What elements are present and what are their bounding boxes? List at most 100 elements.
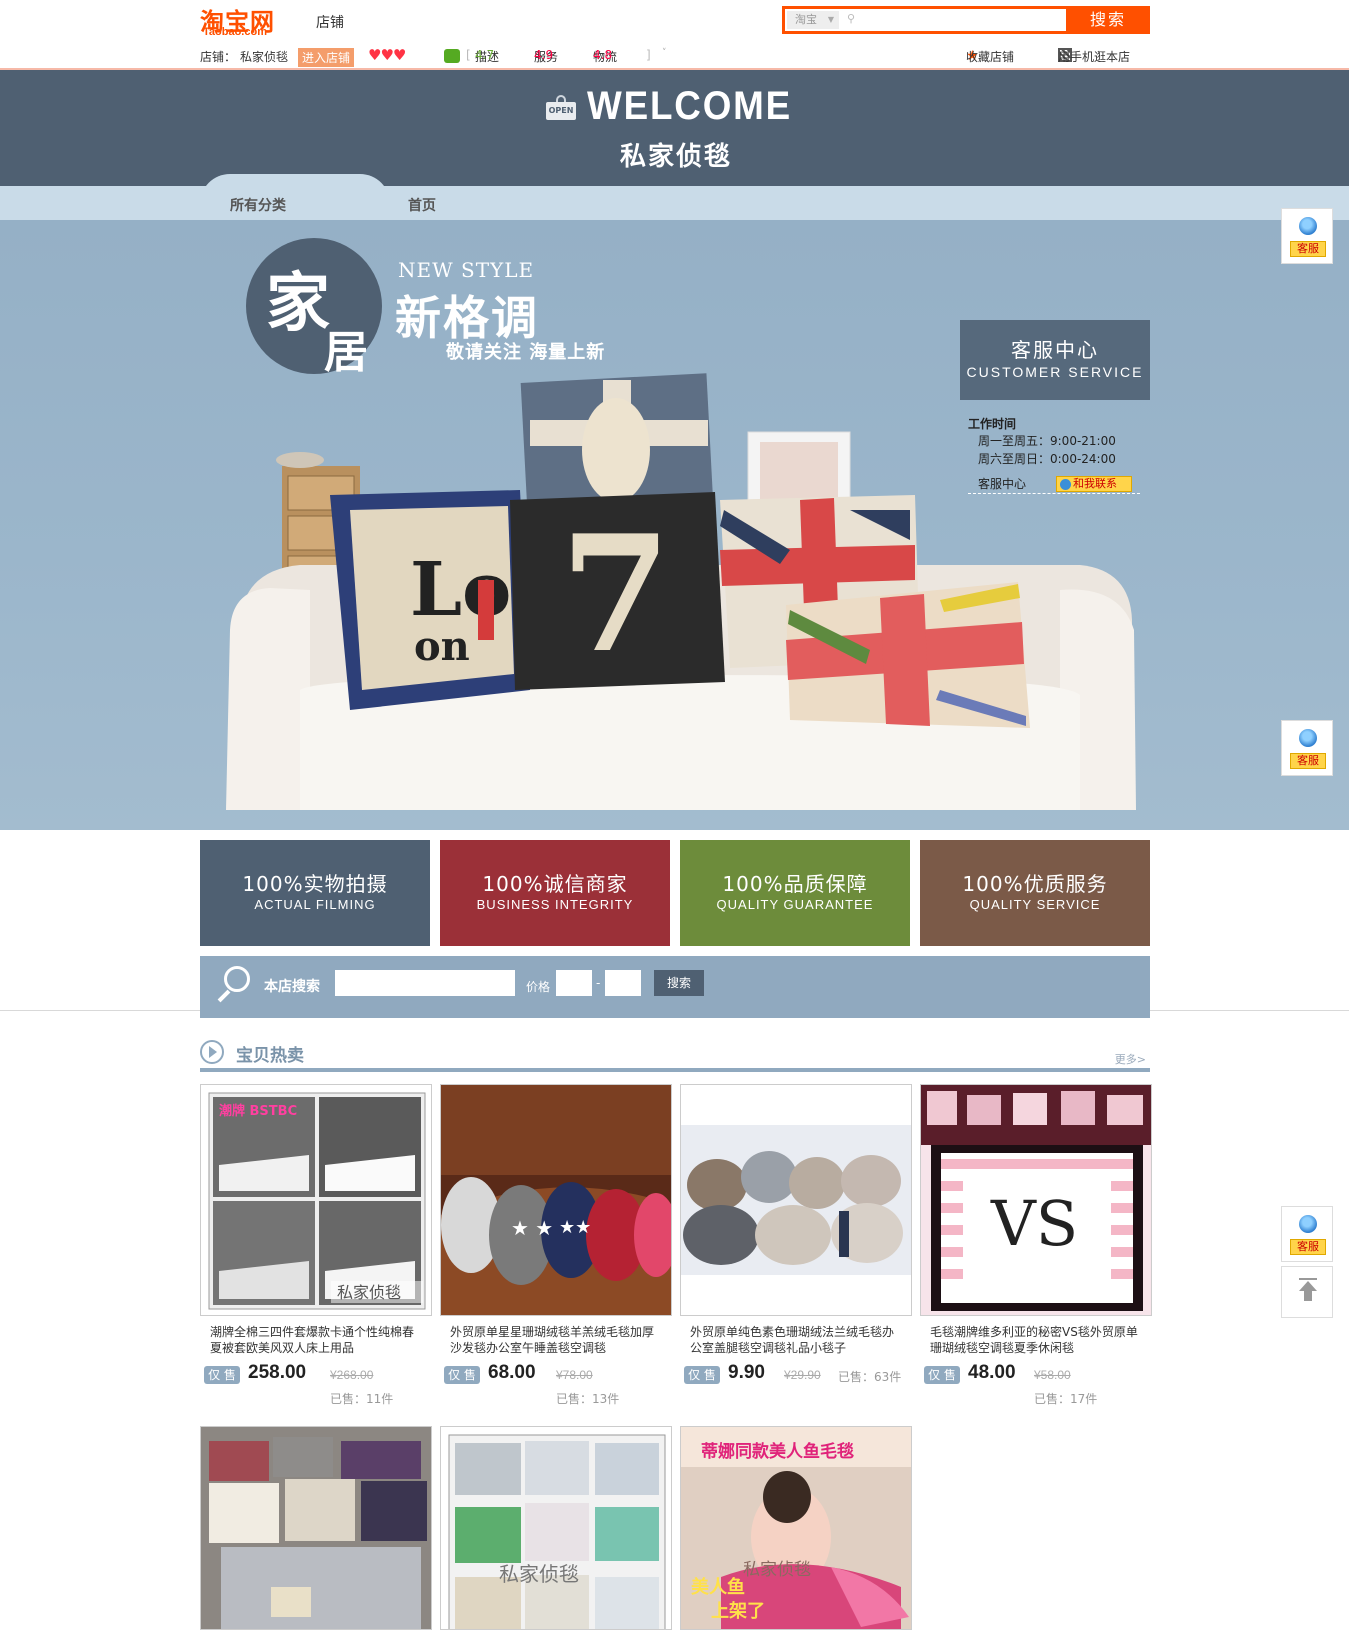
- price-label: 价格: [526, 980, 551, 994]
- shop-name-link[interactable]: 私家侦毯: [240, 48, 288, 65]
- bracket-right: ]: [646, 48, 651, 62]
- product-title[interactable]: 潮牌全棉三四件套爆款卡通个性纯棉春夏被套欧美风双人床上用品: [210, 1324, 425, 1358]
- guarantee-quality[interactable]: 100%品质保障 QUALITY GUARANTEE: [680, 840, 910, 946]
- search-input[interactable]: [863, 10, 1053, 30]
- hot-items-header: 宝贝热卖 更多>: [200, 1038, 1150, 1072]
- svg-text:美人鱼: 美人鱼: [691, 1576, 745, 1598]
- svg-text:Lo: Lo: [410, 547, 511, 633]
- product-price: 9.90: [728, 1362, 765, 1383]
- product-image[interactable]: 蒂娜同款美人鱼毛毯 私家侦毯 美人鱼 上架了: [680, 1426, 912, 1630]
- product-sold: 已售：11件: [330, 1392, 394, 1406]
- product-old-price: ¥78.00: [556, 1368, 593, 1382]
- product-sold: 已售：63件: [838, 1370, 902, 1384]
- side-service-label: 客服: [1290, 241, 1326, 257]
- product-sold: 已售：17件: [1034, 1392, 1098, 1406]
- chevron-down-icon: ▼: [827, 15, 834, 24]
- guarantee-cn: 100%诚信商家: [482, 872, 628, 896]
- nav-home[interactable]: 首页: [408, 195, 436, 215]
- taobao-logo[interactable]: 淘宝网 Taobao.com: [200, 2, 292, 40]
- search-scope-label: 淘宝: [795, 13, 817, 26]
- price-min-input[interactable]: [556, 970, 592, 996]
- enter-shop-button[interactable]: 进入店铺: [298, 48, 355, 67]
- only-sale-badge: 仅 售: [684, 1366, 720, 1384]
- svg-text:on: on: [414, 623, 470, 670]
- side-service-label: 客服: [1290, 753, 1326, 769]
- nav-tab-background: [200, 174, 390, 220]
- open-sign-icon: OPEN: [546, 95, 576, 121]
- sofa-illustration: Lo on 7: [226, 373, 1136, 810]
- product-title[interactable]: 外贸原单星星珊瑚绒毯羊羔绒毛毯加厚沙发毯办公室午睡盖毯空调毯: [450, 1324, 665, 1358]
- search-scope-select[interactable]: 淘宝 ▼: [787, 11, 839, 29]
- side-service-button[interactable]: 客服: [1281, 720, 1333, 776]
- product-sold: 已售：13件: [556, 1392, 620, 1406]
- hero-subtitle: 敬请关注 海量上新: [446, 342, 606, 363]
- logo-en: Taobao.com: [203, 26, 267, 38]
- guarantee-en: QUALITY SERVICE: [969, 897, 1101, 912]
- side-service-button[interactable]: 客服: [1281, 1206, 1333, 1262]
- price-dash: -: [596, 976, 601, 990]
- product-image[interactable]: ★ ★ ★★: [440, 1084, 672, 1316]
- product-old-price: ¥268.00: [330, 1368, 374, 1382]
- guarantee-cn: 100%品质保障: [722, 872, 868, 896]
- store-search-input[interactable]: [335, 970, 515, 996]
- product-old-price: ¥58.00: [1034, 1368, 1071, 1382]
- side-service-label: 客服: [1290, 1239, 1326, 1255]
- ratings-chevron-icon[interactable]: ˅: [662, 48, 667, 58]
- svg-text:★★: ★★: [559, 1217, 591, 1238]
- wangwang-icon: [1299, 729, 1317, 747]
- product-price: 48.00: [968, 1362, 1016, 1383]
- hours-weekday: 周一至周五：9:00-21:00: [978, 434, 1116, 448]
- shop-prefix: 店铺：: [200, 50, 237, 64]
- guarantee-actual-filming[interactable]: 100%实物拍摄 ACTUAL FILMING: [200, 840, 430, 946]
- svg-text:私家侦毯: 私家侦毯: [337, 1283, 401, 1302]
- product-image[interactable]: 私家侦毯: [440, 1426, 672, 1630]
- svg-text:潮牌 BSTBC: 潮牌 BSTBC: [219, 1103, 297, 1119]
- store-search-button[interactable]: 搜索: [654, 970, 704, 996]
- search-icon: ⚲: [847, 12, 856, 25]
- back-to-top-button[interactable]: [1281, 1266, 1333, 1318]
- hours-title: 工作时间: [968, 417, 1017, 431]
- search-icon: [216, 966, 252, 1006]
- store-search-label: 本店搜索: [264, 979, 320, 995]
- guarantee-en: QUALITY GUARANTEE: [716, 897, 874, 912]
- guarantee-service[interactable]: 100%优质服务 QUALITY SERVICE: [920, 840, 1150, 946]
- bracket-left: [: [466, 48, 471, 62]
- price-max-input[interactable]: [605, 970, 641, 996]
- product-image[interactable]: [200, 1426, 432, 1630]
- contact-me-button[interactable]: 和我联系: [1056, 476, 1132, 492]
- store-search-bar: 本店搜索 价格 - 搜索: [200, 956, 1150, 1018]
- only-sale-badge: 仅 售: [204, 1366, 240, 1384]
- product-price: 258.00: [248, 1362, 307, 1383]
- customer-service-box: 客服中心 CUSTOMER SERVICE: [960, 320, 1150, 400]
- shop-badge-icon: [444, 49, 460, 63]
- guarantee-cn: 100%实物拍摄: [242, 872, 388, 896]
- guarantee-cn: 100%优质服务: [962, 872, 1108, 896]
- product-title[interactable]: 毛毯潮牌维多利亚的秘密VS毯外贸原单珊瑚绒毯空调毯夏季休闲毯: [930, 1324, 1145, 1358]
- guarantee-business-integrity[interactable]: 100%诚信商家 BUSINESS INTEGRITY: [440, 840, 670, 946]
- play-circle-icon: [200, 1040, 224, 1064]
- header-shop-name: 私家侦毯: [620, 142, 733, 172]
- search-button[interactable]: 搜索: [1066, 6, 1150, 34]
- svg-text:私家侦毯: 私家侦毯: [743, 1560, 811, 1580]
- credit-hearts: ♥♥♥: [368, 46, 406, 64]
- product-image[interactable]: VS: [920, 1084, 1152, 1316]
- product-image[interactable]: 潮牌 BSTBC 私家侦毯: [200, 1084, 432, 1316]
- more-link[interactable]: 更多>: [1115, 1051, 1146, 1067]
- nav-all-categories[interactable]: 所有分类: [230, 195, 286, 215]
- product-old-price: ¥29.90: [784, 1368, 821, 1382]
- svg-text:上架了: 上架了: [711, 1600, 765, 1622]
- side-service-button[interactable]: 客服: [1281, 208, 1333, 264]
- cs-info: 工作时间 周一至周五：9:00-21:00 周六至周日：0:00-24:00 客…: [968, 415, 1140, 494]
- top-bar: 淘宝网 Taobao.com 店铺 淘宝 ▼ ⚲ 搜索 店铺： 私家侦毯 进入店…: [0, 0, 1349, 70]
- svg-text:★ ★: ★ ★: [511, 1216, 553, 1240]
- hero-char-jia: 家: [266, 266, 330, 341]
- hero-banner[interactable]: Lo on 7 家 居 NEW STYLE 新格调 敬请关注 海量上新 客服中心…: [0, 220, 1349, 830]
- cs-label: 客服中心: [978, 477, 1027, 491]
- cs-title-cn: 客服中心: [1011, 338, 1099, 362]
- product-image[interactable]: [680, 1084, 912, 1316]
- global-search: 淘宝 ▼ ⚲ 搜索: [782, 6, 1150, 34]
- wangwang-icon: [1299, 1215, 1317, 1233]
- svg-text:私家侦毯: 私家侦毯: [499, 1562, 579, 1586]
- guarantee-en: BUSINESS INTEGRITY: [476, 897, 634, 912]
- product-title[interactable]: 外贸原单纯色素色珊瑚绒法兰绒毛毯办公室盖腿毯空调毯礼品小毯子: [690, 1324, 905, 1358]
